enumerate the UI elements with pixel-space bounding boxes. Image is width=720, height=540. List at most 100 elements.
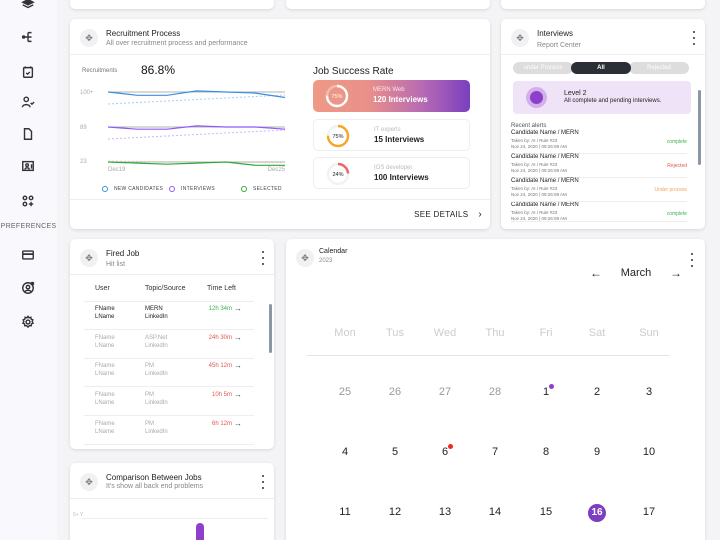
move-handle-icon[interactable]: ✥ [511, 29, 529, 47]
arrow-right-icon[interactable]: → [234, 361, 242, 370]
arrow-right-icon[interactable]: → [234, 390, 242, 399]
alert-date: Nov 24, 2020 | 09:26:08 AM [511, 144, 567, 149]
alert-item[interactable]: Candidate Name / MERN Taken by: AI / Rul… [511, 178, 687, 202]
divider [84, 444, 254, 445]
calendar-day[interactable]: 1 [526, 382, 566, 402]
user-settings-icon[interactable] [20, 280, 36, 296]
move-handle-icon[interactable]: ✥ [80, 473, 98, 491]
interview-tabs: under Process All Rejected [513, 62, 689, 74]
calendar-day[interactable]: 26 [375, 382, 415, 402]
recruitment-header: ✥ Recruitment Process All over recruitme… [70, 19, 490, 55]
comparison-bar[interactable] [196, 523, 204, 540]
topic-source: PM LinkedIn [145, 421, 168, 435]
legend-selected[interactable]: SELECTED [241, 186, 282, 192]
gear-icon[interactable] [20, 314, 36, 330]
user-name: FName LName [95, 392, 115, 406]
alert-item[interactable]: Candidate Name / MERN Taken by: AI / Rul… [511, 154, 687, 178]
legend-label: NEW CANDIDATES [114, 186, 164, 192]
move-handle-icon[interactable]: ✥ [296, 249, 314, 267]
calendar-day[interactable]: 2 [577, 382, 617, 402]
calendar-title: Calendar [319, 248, 348, 255]
credit-card-icon[interactable] [20, 247, 36, 263]
calendar-day[interactable]: 9 [577, 442, 617, 462]
calendar-day[interactable]: 17 [629, 502, 669, 522]
alert-taken-by: Taken by: AI / Rule #23 [511, 210, 558, 215]
calendar-day[interactable]: 3 [629, 382, 669, 402]
sidebar: PREFERENCES [0, 0, 57, 540]
move-handle-icon[interactable]: ✥ [80, 29, 98, 47]
job-card-it-experts[interactable]: 75% IT experts 15 Interviews [313, 119, 470, 151]
alert-date: Nov 24, 2020 | 09:26:08 AM [511, 192, 567, 197]
calendar-day[interactable]: 4 [325, 442, 365, 462]
recruitment-card: ✥ Recruitment Process All over recruitme… [70, 19, 490, 229]
recruitment-line-chart: 100+ 89 23 Dec19 Dec25 [80, 90, 286, 173]
tab-rejected[interactable]: Rejected [629, 62, 689, 74]
calendar-day[interactable]: 14 [475, 502, 515, 522]
layers-icon[interactable] [20, 0, 36, 12]
document-icon[interactable] [20, 126, 36, 142]
column-topic-source[interactable]: Topic/Source [145, 285, 185, 292]
user-name: FName LName [95, 363, 115, 377]
calendar-day[interactable]: 5 [375, 442, 415, 462]
arrow-right-icon[interactable]: → [234, 419, 242, 428]
prev-month-arrow-icon[interactable]: ← [586, 266, 606, 280]
next-month-arrow-icon[interactable]: → [666, 266, 686, 280]
legend-marker [169, 186, 175, 192]
card-subtitle: Report Center [537, 42, 581, 49]
arrow-right-icon[interactable]: → [234, 333, 242, 342]
calendar-day[interactable]: 15 [526, 502, 566, 522]
see-details-button[interactable]: SEE DETAILS › [414, 209, 482, 220]
job-card-mern[interactable]: 75% MERN Web 120 Interviews [313, 80, 470, 112]
calendar-card: ✥ Calendar 2023 ← March → Mon Tus Wed Thu Fr… [286, 239, 705, 540]
alert-date: Nov 24, 2020 | 09:26:08 AM [511, 216, 567, 221]
legend-new-candidates[interactable]: NEW CANDIDATES [102, 186, 163, 192]
job-category: MERN Web [373, 87, 405, 93]
move-handle-icon[interactable]: ✥ [80, 249, 98, 267]
column-user[interactable]: User [95, 285, 110, 292]
weekday-label: Tus [386, 327, 404, 339]
alerts-scrollbar[interactable] [698, 90, 701, 165]
calendar-day[interactable]: 28 [475, 382, 515, 402]
divider [84, 358, 254, 359]
time-left: 12h 34m [208, 306, 232, 312]
hierarchy-icon[interactable] [20, 29, 36, 45]
calendar-day[interactable]: 27 [425, 382, 465, 402]
card-subtitle: All over recruitment process and perform… [106, 40, 248, 47]
calendar-day[interactable]: 11 [325, 502, 365, 522]
calendar-day[interactable]: 8 [526, 442, 566, 462]
table-scrollbar[interactable] [269, 304, 272, 353]
user-check-icon[interactable] [20, 94, 36, 110]
calendar-day[interactable]: 10 [629, 442, 669, 462]
svg-text:75%: 75% [331, 94, 342, 100]
alert-status: Rejected [667, 163, 687, 169]
calendar-day[interactable]: 13 [425, 502, 465, 522]
calendar-year: 2023 [319, 258, 333, 264]
more-options-icon[interactable] [689, 253, 695, 267]
calendar-day[interactable]: 7 [475, 442, 515, 462]
comparison-card: ✥ Comparison Between Jobs It's show all … [70, 463, 274, 540]
tab-under-process[interactable]: under Process [513, 62, 573, 74]
more-options-icon[interactable] [260, 475, 266, 489]
job-card-ios-developer[interactable]: 24% IOS developer 100 Interviews [313, 157, 470, 189]
calendar-day-selected[interactable]: 16 [577, 502, 617, 522]
time-left: 6h 12m [211, 421, 232, 427]
card-title: Recruitment Process [106, 29, 181, 38]
preferences-section-label: PREFERENCES [0, 223, 57, 230]
calendar-day[interactable]: 12 [375, 502, 415, 522]
apps-add-icon[interactable] [20, 193, 36, 209]
more-options-icon[interactable] [691, 31, 697, 45]
tab-all[interactable]: All [571, 62, 631, 74]
more-options-icon[interactable] [260, 251, 266, 265]
column-time-left[interactable]: Time Left [207, 285, 236, 292]
calendar-day[interactable]: 6 [425, 442, 465, 462]
alert-item[interactable]: Candidate Name / MERN Taken by: AI / Rul… [511, 202, 687, 222]
legend-interviews[interactable]: INTERVIEWS [169, 186, 215, 192]
alert-item[interactable]: Candidate Name / MERN Taken by: AI / Rul… [511, 130, 687, 154]
weekday-label: Fri [539, 327, 553, 339]
arrow-right-icon[interactable]: → [234, 304, 242, 313]
calendar-check-icon[interactable] [20, 64, 36, 80]
calendar-day[interactable]: 25 [325, 382, 365, 402]
job-category: IOS developer [374, 165, 413, 171]
job-interview-count: 15 Interviews [374, 135, 425, 144]
user-board-icon[interactable] [20, 158, 36, 174]
